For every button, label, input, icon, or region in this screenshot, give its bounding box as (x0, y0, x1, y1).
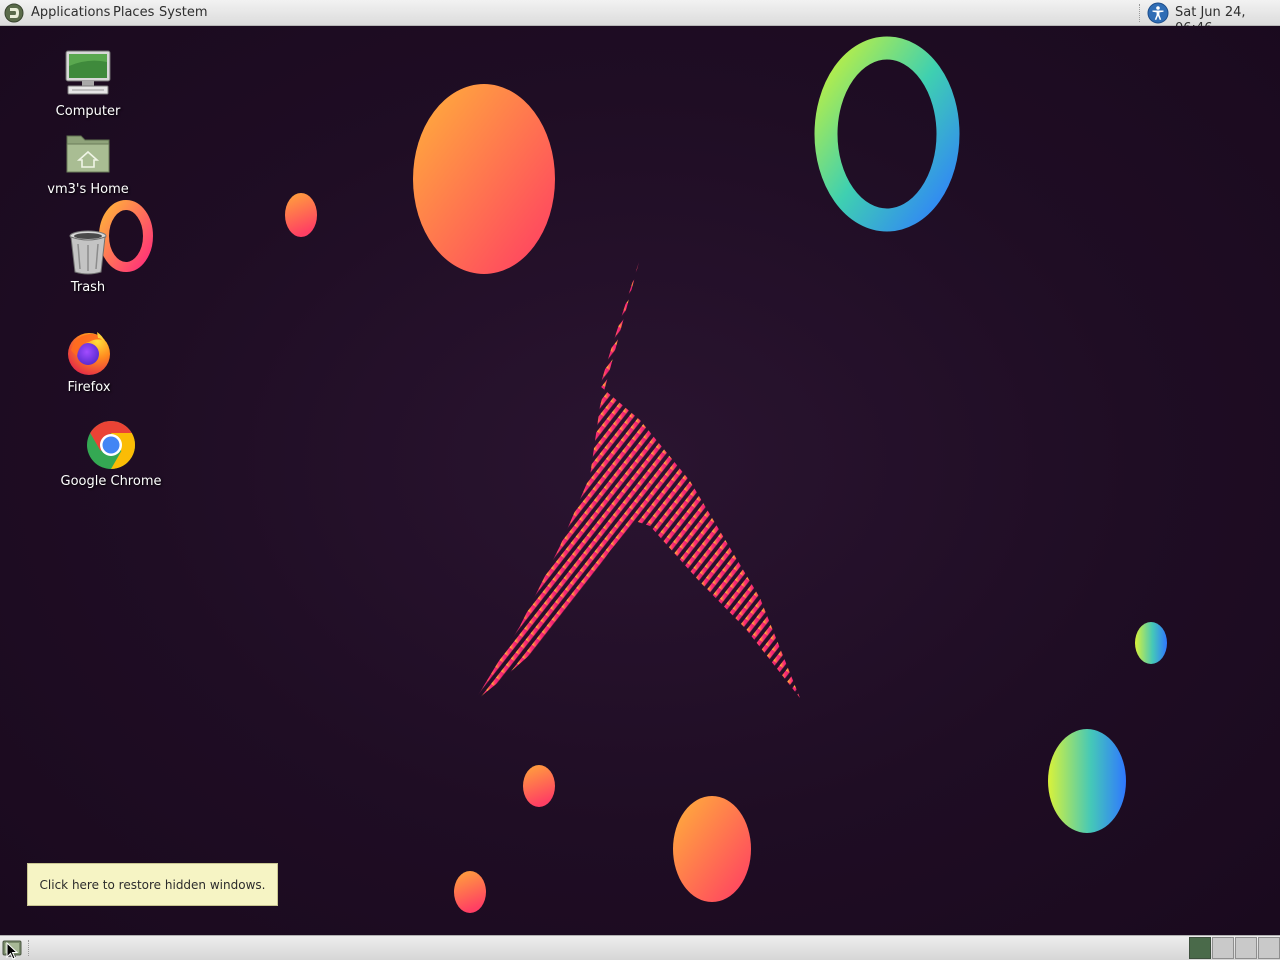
desktop-icon-label: Computer (55, 104, 121, 119)
desktop-icon-label: Google Chrome (60, 474, 162, 489)
desktop-icon-label: vm3's Home (47, 182, 129, 197)
panel-separator (28, 940, 29, 956)
accessibility-icon[interactable] (1147, 2, 1169, 24)
restore-windows-tooltip: Click here to restore hidden windows. (27, 863, 278, 906)
desktop-icon-label: Trash (70, 280, 106, 295)
workspace-4[interactable] (1258, 937, 1280, 959)
places-menu[interactable]: Places (113, 5, 154, 21)
firefox-icon (68, 332, 110, 375)
workspace-2[interactable] (1212, 937, 1234, 959)
bottom-panel (0, 935, 1280, 960)
top-panel: Applications Places System Sat Jun 24, 0… (0, 0, 1280, 36)
desktop-icon-computer[interactable]: Computer (28, 48, 148, 120)
orb-right-large (1048, 729, 1126, 833)
applications-menu[interactable]: Applications (31, 5, 110, 21)
orb-bottom-left-2 (454, 871, 486, 913)
workspace-3[interactable] (1235, 937, 1257, 959)
desktop-icon-home[interactable]: vm3's Home (28, 130, 148, 198)
trash-icon (69, 230, 107, 275)
home-folder-icon (66, 135, 110, 173)
computer-icon (65, 50, 111, 95)
orb-right-small (1135, 622, 1167, 664)
tooltip-text: Click here to restore hidden windows. (39, 877, 266, 892)
desktop-icon-chrome[interactable]: Google Chrome (51, 420, 171, 490)
desktop-icon-firefox[interactable]: Firefox (29, 328, 149, 396)
panel-separator (1139, 4, 1143, 22)
desktop-icon-trash[interactable]: Trash (28, 228, 148, 296)
mouse-cursor-icon (6, 942, 18, 960)
orb-bottom-center (673, 796, 751, 902)
desktop-icon-label: Firefox (67, 380, 111, 395)
system-menu[interactable]: System (159, 5, 207, 21)
desktop[interactable]: Computer vm3's Home Trash Firefox Google… (0, 26, 1280, 935)
orb-bottom-left-1 (523, 765, 555, 807)
orb-large-orange (413, 84, 555, 274)
workspace-1[interactable] (1189, 937, 1211, 959)
wallpaper (99, 36, 1167, 913)
orb-small-orange (285, 193, 317, 237)
workspace-switcher[interactable] (1188, 937, 1280, 959)
ring-large (814, 36, 960, 232)
distro-logo-icon[interactable] (4, 3, 24, 23)
arch-logo (474, 262, 800, 702)
chrome-icon (87, 421, 136, 469)
